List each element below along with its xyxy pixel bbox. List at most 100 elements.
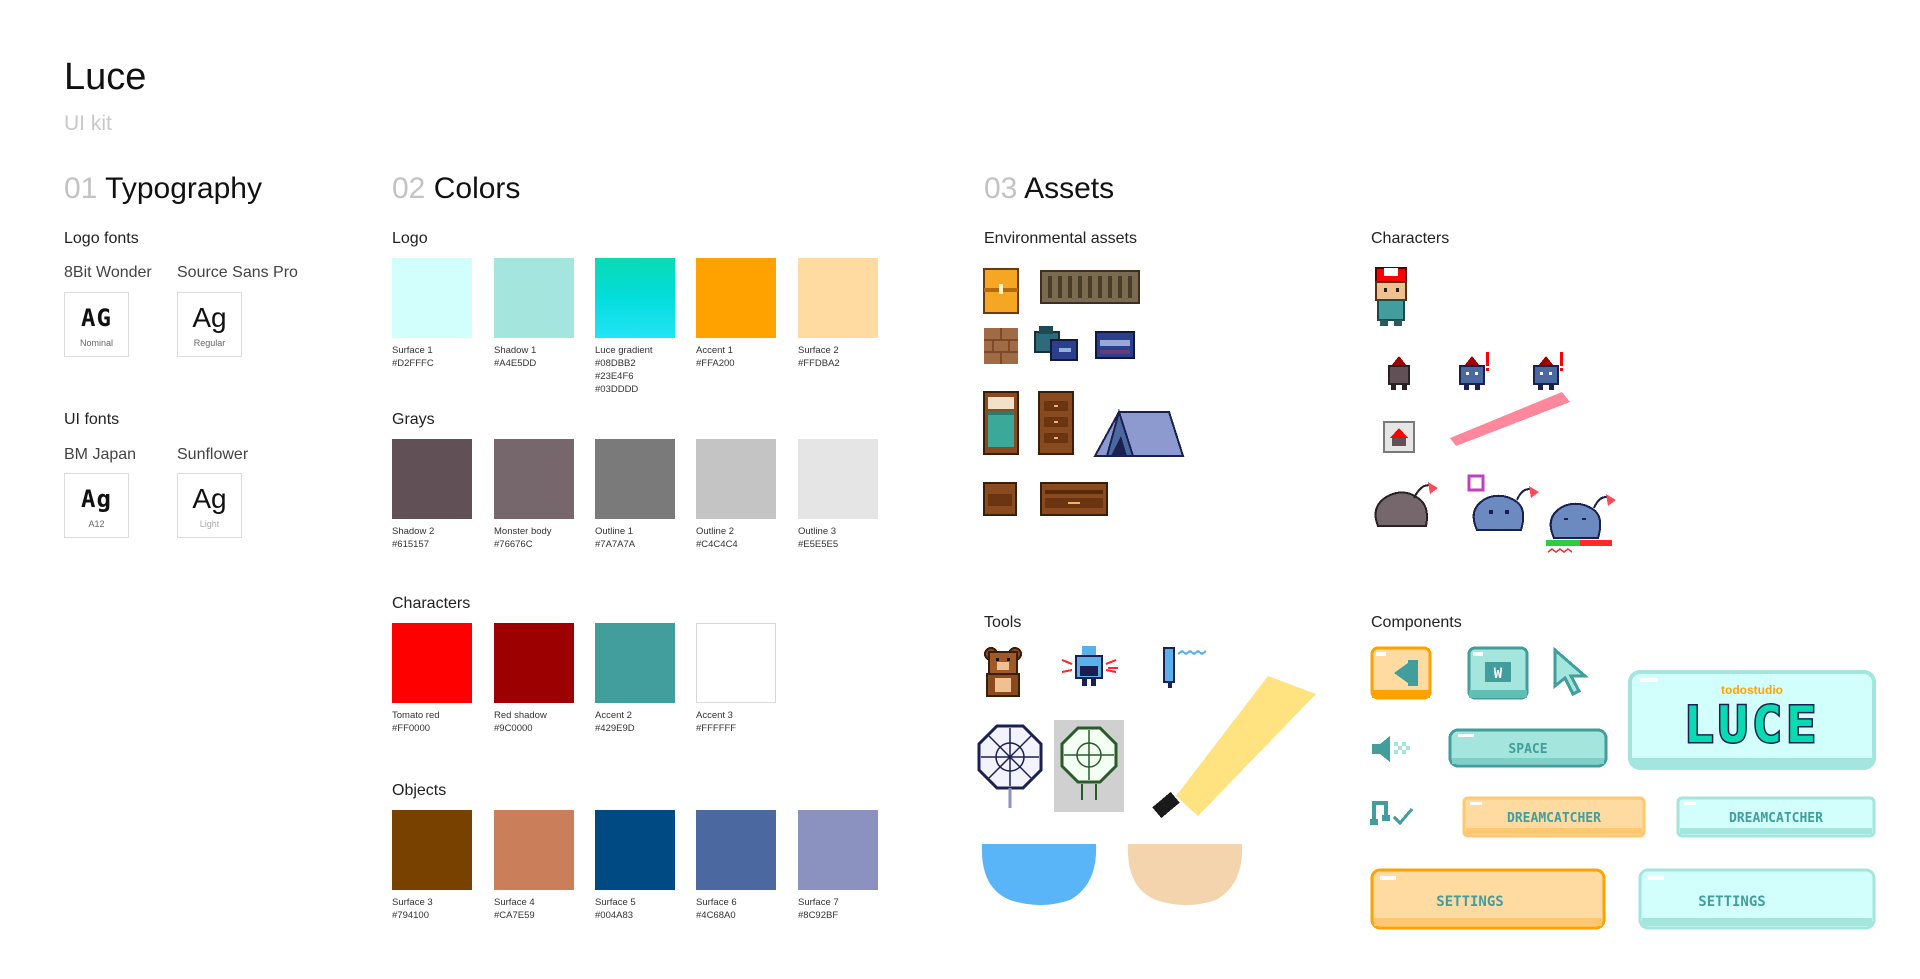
environmental-assets-label: Environmental assets [984, 230, 1137, 247]
color-swatch [798, 810, 878, 890]
color-swatch [595, 258, 675, 338]
color-name: Accent 3 [696, 710, 733, 721]
font-name: Sunflower [177, 446, 249, 463]
font-sample: AG [81, 304, 112, 332]
music-icon[interactable] [1370, 797, 1414, 829]
color-hex: #C4C4C4 [696, 539, 738, 550]
color-group-label: Objects [392, 782, 447, 799]
font-card-sunflower: Ag Light [177, 473, 242, 538]
color-name: Surface 1 [392, 345, 433, 356]
settings-button-active[interactable]: SETTINGS [1370, 868, 1606, 930]
color-swatch-caption: Accent 1 #FFA200 [696, 344, 786, 370]
components-label: Components [1371, 614, 1462, 631]
color-hex: #A4E5DD [494, 358, 537, 369]
monster-small-icon [1388, 356, 1410, 390]
dreamcatcher-label: DREAMCATCHER [1729, 811, 1823, 826]
color-swatch [392, 439, 472, 519]
color-swatch [696, 623, 776, 703]
dresser-icon [1040, 482, 1108, 516]
color-swatch-caption: Outline 1 #7A7A7A [595, 525, 685, 551]
speech-bubble-peach-icon [1127, 844, 1243, 905]
color-hex: #FFA200 [696, 358, 735, 369]
colors-heading: 02 Colors [392, 172, 520, 206]
color-swatch [494, 623, 574, 703]
font-card-8bit-wonder: AG Nominal [64, 292, 129, 357]
color-name: Surface 7 [798, 897, 839, 908]
font-card-bm-japan: Ag A12 [64, 473, 129, 538]
color-swatch-caption: Shadow 1 #A4E5DD [494, 344, 584, 370]
teddy-bear-icon [984, 647, 1022, 697]
font-name: BM Japan [64, 446, 137, 463]
color-hex: #03DDDD [595, 384, 639, 395]
settings-label: SETTINGS [1698, 894, 1765, 910]
speech-bubble-blue-icon [981, 844, 1097, 905]
font-sample: Ag [192, 302, 227, 333]
back-button[interactable] [1370, 646, 1432, 700]
settings-label: SETTINGS [1436, 894, 1503, 910]
color-swatch-caption: Luce gradient #08DBB2 #23E4F6 #03DDDD [595, 344, 685, 396]
sound-icon[interactable] [1370, 734, 1414, 764]
alarm-bear-icon [1061, 646, 1118, 686]
logo-fonts-label: Logo fonts [64, 230, 139, 247]
color-name: Surface 6 [696, 897, 737, 908]
color-swatch [798, 439, 878, 519]
flashlight-beam-icon [1152, 676, 1316, 819]
tools-label: Tools [984, 614, 1022, 631]
settings-button[interactable]: SETTINGS [1638, 868, 1876, 930]
tent-icon [1093, 408, 1185, 457]
color-swatch-caption: Outline 3 #E5E5E5 [798, 525, 888, 551]
color-hex: #9C0000 [494, 723, 533, 734]
color-hex: #E5E5E5 [798, 539, 839, 550]
page-title: Luce [64, 56, 147, 98]
assets-heading: 03 Assets [984, 172, 1114, 206]
brand-label: todostudio [1721, 683, 1783, 697]
color-swatch [392, 810, 472, 890]
color-swatch-caption: Outline 2 #C4C4C4 [696, 525, 786, 551]
blob-health-bar-icon [1546, 494, 1616, 553]
color-group-label: Characters [392, 595, 471, 612]
dreamcatcher-selected-icon [1054, 720, 1124, 812]
color-swatch [494, 810, 574, 890]
section-name: Typography [105, 172, 262, 205]
color-swatch-caption: Shadow 2 #615157 [392, 525, 482, 551]
section-number: 03 [984, 172, 1018, 205]
color-swatch [595, 810, 675, 890]
w-key-button[interactable]: W [1467, 646, 1529, 700]
color-hex: #004A83 [595, 910, 634, 921]
color-name: Outline 3 [798, 526, 837, 537]
section-name: Colors [433, 172, 521, 205]
color-hex: #429E9D [595, 723, 635, 734]
dreamcatcher-label: DREAMCATCHER [1507, 811, 1601, 826]
typography-heading: 01 Typography [64, 172, 262, 206]
color-swatch [494, 258, 574, 338]
sleeping-blob-icon [1374, 482, 1438, 527]
nightstand-icon [983, 482, 1017, 516]
space-label: SPACE [1508, 742, 1547, 757]
color-hex: #CA7E59 [494, 910, 535, 921]
color-swatch-caption: Surface 6 #4C68A0 [696, 896, 786, 922]
font-name: 8Bit Wonder [64, 264, 152, 281]
color-name: Surface 2 [798, 345, 839, 356]
dreamcatcher-button-active[interactable]: DREAMCATCHER [1462, 796, 1646, 838]
color-name: Surface 5 [595, 897, 636, 908]
color-swatch-caption: Surface 4 #CA7E59 [494, 896, 584, 922]
color-swatch-caption: Tomato red #FF0000 [392, 709, 482, 735]
dreamcatcher-icon [977, 724, 1043, 808]
color-swatch-caption: Surface 5 #004A83 [595, 896, 685, 922]
color-name: Accent 1 [696, 345, 733, 356]
bag-icon [1095, 331, 1135, 359]
font-sample: Ag [81, 485, 112, 513]
blob-charm-icon [1467, 474, 1539, 531]
color-swatch-caption: Surface 2 #FFDBA2 [798, 344, 888, 370]
bed-icon [983, 391, 1019, 455]
section-number: 01 [64, 172, 98, 205]
space-button[interactable]: SPACE [1448, 728, 1608, 768]
color-hex: #7A7A7A [595, 539, 636, 550]
dreamcatcher-button[interactable]: DREAMCATCHER [1676, 796, 1876, 838]
color-hex: #08DBB2 [595, 358, 636, 369]
page-subtitle: UI kit [64, 112, 112, 135]
w-key-label: W [1494, 666, 1503, 682]
color-group-label: Grays [392, 411, 435, 428]
color-swatch [595, 439, 675, 519]
color-swatch [696, 810, 776, 890]
